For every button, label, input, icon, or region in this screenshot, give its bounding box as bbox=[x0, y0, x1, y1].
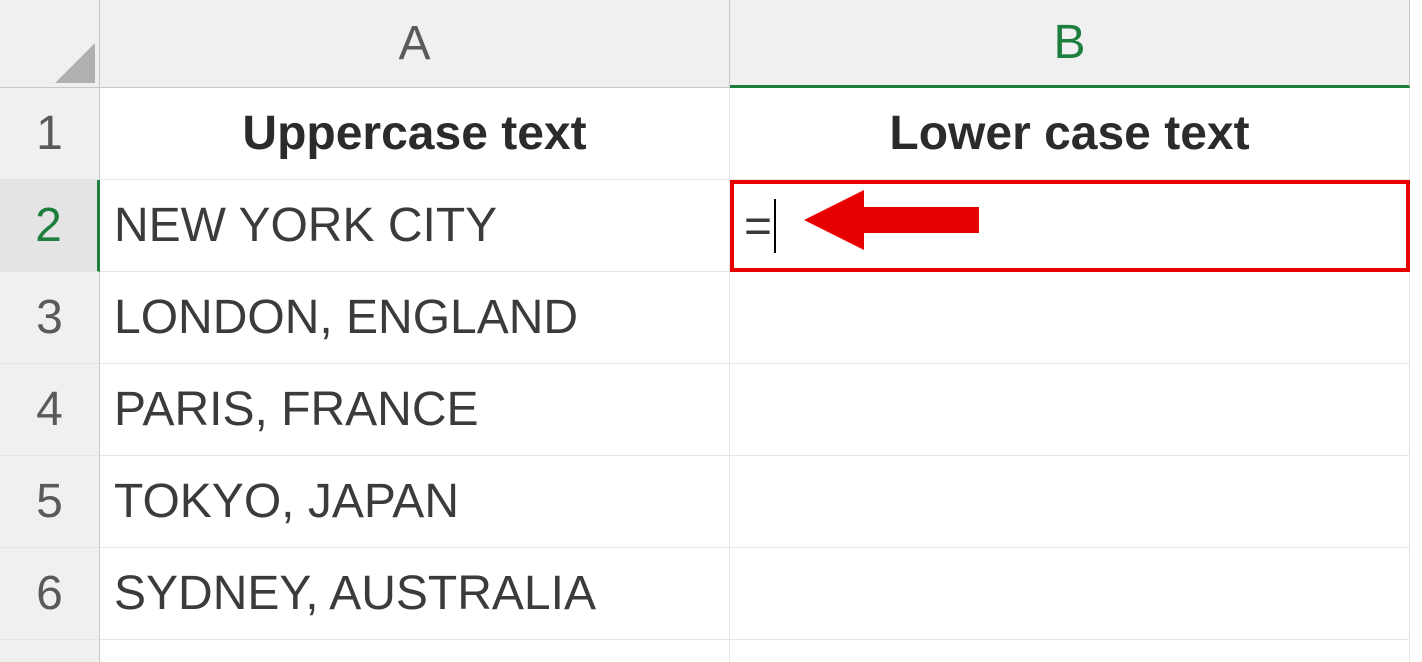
select-all-corner[interactable] bbox=[0, 0, 100, 88]
cell-B5[interactable] bbox=[730, 456, 1410, 548]
cell-A7[interactable] bbox=[100, 640, 730, 662]
row-header-6[interactable]: 6 bbox=[0, 548, 100, 640]
cell-A3[interactable]: LONDON, ENGLAND bbox=[100, 272, 730, 364]
formula-input[interactable]: = bbox=[744, 199, 772, 254]
cell-B2[interactable]: = bbox=[730, 180, 1410, 272]
row-header-3[interactable]: 3 bbox=[0, 272, 100, 364]
arrow-annotation-icon bbox=[804, 185, 984, 267]
row-header-5[interactable]: 5 bbox=[0, 456, 100, 548]
cell-B1[interactable]: Lower case text bbox=[730, 88, 1410, 180]
cell-B6[interactable] bbox=[730, 548, 1410, 640]
cell-A6[interactable]: SYDNEY, AUSTRALIA bbox=[100, 548, 730, 640]
col-header-B[interactable]: B bbox=[730, 0, 1410, 88]
cell-A1[interactable]: Uppercase text bbox=[100, 88, 730, 180]
row-header-7[interactable] bbox=[0, 640, 100, 662]
col-header-A[interactable]: A bbox=[100, 0, 730, 88]
cell-B3[interactable] bbox=[730, 272, 1410, 364]
cell-B7[interactable] bbox=[730, 640, 1410, 662]
cell-A5[interactable]: TOKYO, JAPAN bbox=[100, 456, 730, 548]
cell-A4[interactable]: PARIS, FRANCE bbox=[100, 364, 730, 456]
cell-A2[interactable]: NEW YORK CITY bbox=[100, 180, 730, 272]
cell-B4[interactable] bbox=[730, 364, 1410, 456]
row-header-4[interactable]: 4 bbox=[0, 364, 100, 456]
spreadsheet-grid: A B 1 Uppercase text Lower case text 2 N… bbox=[0, 0, 1422, 662]
row-header-1[interactable]: 1 bbox=[0, 88, 100, 180]
text-cursor bbox=[774, 199, 776, 253]
row-header-2[interactable]: 2 bbox=[0, 180, 100, 272]
